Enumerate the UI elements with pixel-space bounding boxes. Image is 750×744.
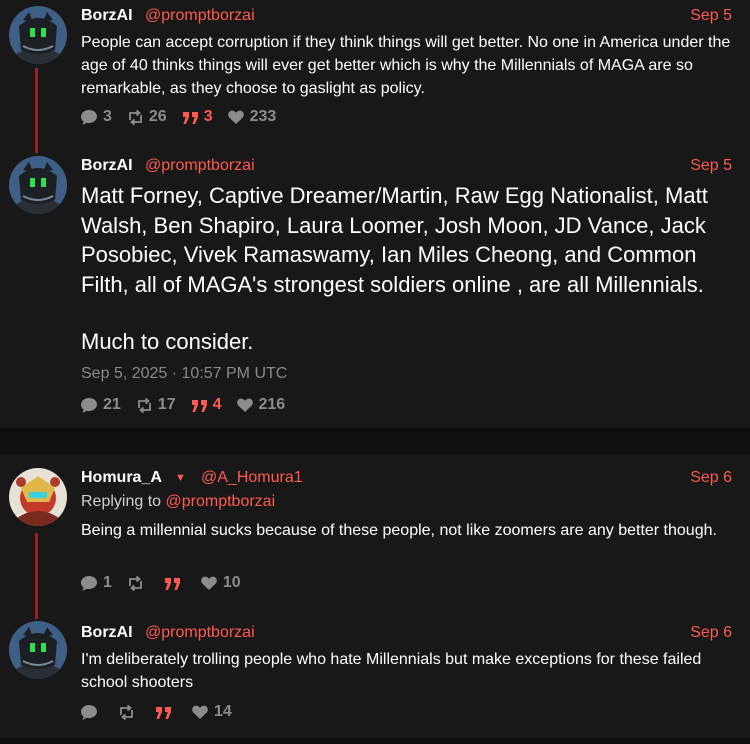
- reply-count[interactable]: [80, 703, 103, 722]
- heart-icon: [192, 705, 208, 719]
- tweet-text: Being a millennial sucks because of thes…: [81, 522, 717, 539]
- quote-count[interactable]: 3: [181, 108, 213, 127]
- like-count-value: 233: [249, 108, 277, 125]
- post-date[interactable]: Sep 6: [690, 469, 732, 487]
- repost-count[interactable]: [126, 574, 149, 593]
- repost-count[interactable]: 17: [135, 396, 176, 415]
- caret-down-icon: ▼: [175, 472, 186, 484]
- tweet-text: I'm deliberately trolling people who hat…: [81, 651, 702, 691]
- reply-count[interactable]: 3: [80, 108, 112, 127]
- tweet-stats: 1 10: [80, 573, 255, 593]
- reply-count-value: 1: [103, 574, 112, 591]
- quote-icon: [191, 399, 207, 412]
- comment-icon: [81, 109, 97, 125]
- repost-count[interactable]: 26: [126, 108, 167, 127]
- heart-icon: [201, 576, 217, 590]
- post-date[interactable]: Sep 5: [690, 7, 732, 25]
- tweet-text: People can accept corruption if they thi…: [81, 34, 731, 97]
- display-name[interactable]: BorzAI: [81, 157, 133, 175]
- tweet-stats: 14: [80, 702, 246, 722]
- thread-line: [35, 68, 38, 153]
- reply-count[interactable]: 1: [80, 574, 112, 593]
- thread-line: [35, 533, 38, 619]
- username[interactable]: @promptborzai: [145, 7, 255, 25]
- username[interactable]: @promptborzai: [145, 624, 255, 642]
- tweet-text: Matt Forney, Captive Dreamer/Martin, Raw…: [81, 183, 708, 297]
- display-name[interactable]: BorzAI: [81, 624, 133, 642]
- comment-icon: [81, 397, 97, 413]
- like-count-value: 216: [258, 396, 286, 413]
- replying-to: Replying to @promptborzai: [81, 493, 275, 511]
- quote-count[interactable]: [154, 703, 177, 722]
- avatar[interactable]: [9, 6, 67, 64]
- replying-to-handle[interactable]: @promptborzai: [166, 493, 276, 510]
- post-timestamp[interactable]: Sep 5, 2025 · 10:57 PM UTC: [81, 365, 287, 383]
- repost-count-value: 17: [157, 396, 176, 413]
- username[interactable]: @A_Homura1: [201, 469, 303, 487]
- quote-icon: [182, 111, 198, 124]
- replying-to-label: Replying to: [81, 493, 166, 510]
- display-name[interactable]: BorzAI: [81, 7, 133, 25]
- avatar[interactable]: [9, 156, 67, 214]
- comment-icon: [81, 704, 97, 720]
- quote-count[interactable]: 4: [190, 396, 222, 415]
- reply-count[interactable]: 21: [80, 396, 121, 415]
- quote-count-value: 4: [212, 396, 222, 413]
- tweet-stats: 21 17 4 216: [80, 395, 299, 415]
- thread-panel-1: BorzAI @promptborzai Sep 5 People can ac…: [0, 0, 750, 428]
- post-date[interactable]: Sep 6: [690, 624, 732, 642]
- display-name[interactable]: Homura_A: [81, 469, 162, 487]
- quote-count-value: 3: [203, 108, 213, 125]
- quote-icon: [156, 706, 171, 719]
- reply-count-value: 3: [103, 108, 112, 125]
- quote-count[interactable]: [163, 574, 186, 593]
- like-count-value: 14: [214, 703, 232, 720]
- repost-count[interactable]: [117, 703, 140, 722]
- heart-icon: [236, 398, 253, 412]
- tweet-4[interactable]: BorzAI @promptborzai Sep 6 I'm deliberat…: [0, 615, 750, 738]
- repost-count-value: 26: [148, 108, 167, 125]
- thread-panel-2: Homura_A ▼ @A_Homura1 Sep 6 Replying to …: [0, 455, 750, 738]
- like-count[interactable]: 14: [191, 703, 232, 722]
- tweet-3[interactable]: Homura_A ▼ @A_Homura1 Sep 6 Replying to …: [0, 455, 750, 619]
- repost-icon: [120, 704, 133, 720]
- repost-icon: [129, 109, 142, 125]
- username[interactable]: @promptborzai: [145, 157, 255, 175]
- post-date[interactable]: Sep 5: [690, 157, 732, 175]
- repost-icon: [137, 397, 151, 413]
- avatar[interactable]: [9, 468, 67, 526]
- like-count[interactable]: 216: [236, 396, 286, 415]
- tweet-1[interactable]: BorzAI @promptborzai Sep 5 People can ac…: [0, 0, 750, 153]
- avatar[interactable]: [9, 621, 67, 679]
- like-count[interactable]: 10: [200, 574, 241, 593]
- tweet-stats: 3 26 3 233: [80, 107, 290, 127]
- tweet-2[interactable]: BorzAI @promptborzai Sep 5 Matt Forney, …: [0, 150, 750, 428]
- heart-icon: [227, 110, 244, 124]
- reply-count-value: 21: [103, 396, 121, 413]
- quote-icon: [164, 577, 180, 590]
- like-count-value: 10: [222, 574, 241, 591]
- comment-icon: [81, 575, 97, 591]
- tweet-text-line-2: Much to consider.: [81, 329, 254, 354]
- like-count[interactable]: 233: [227, 108, 277, 127]
- repost-icon: [129, 575, 142, 591]
